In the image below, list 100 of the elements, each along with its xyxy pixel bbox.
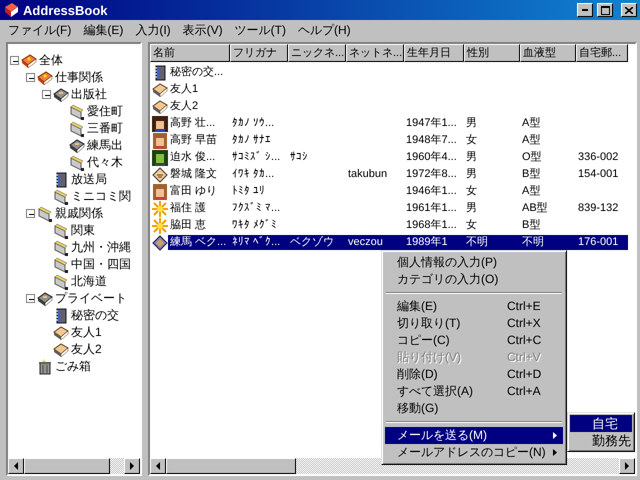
menu-item[interactable]: メールを送る(M) (385, 427, 563, 444)
table-cell-text: A型 (521, 184, 542, 199)
book-icon (152, 98, 168, 114)
table-cell-text: 男 (465, 116, 478, 131)
menu-item[interactable]: 個人情報の入力(P) (385, 254, 563, 271)
column-header[interactable]: ネットネ... (346, 44, 404, 62)
left-arrow-icon (14, 462, 18, 470)
scrollbar-thumb[interactable] (24, 458, 110, 474)
tree-item[interactable]: 練馬出 (85, 138, 125, 153)
scroll-left-button[interactable] (150, 458, 166, 474)
menu-item[interactable]: メールアドレスのコピー(N) (385, 444, 563, 461)
tree-item[interactable]: 仕事関係 (53, 70, 105, 85)
collapse-toggle[interactable] (26, 209, 35, 218)
right-arrow-icon (130, 462, 134, 470)
menu-item[interactable]: ヘルプ(H) (292, 22, 357, 38)
tree-item[interactable]: 北海道 (69, 274, 109, 289)
right-arrow-icon (625, 462, 629, 470)
column-header[interactable]: 自宅郵... (576, 44, 628, 62)
tree-item[interactable]: ミニコミ関 (69, 189, 133, 204)
person-icon (152, 116, 168, 132)
binder-icon (53, 256, 69, 272)
table-cell-text: 迫水 俊... (169, 150, 216, 165)
minimize-button[interactable] (577, 3, 593, 17)
table-cell-text: A型 (521, 133, 542, 148)
tree-item[interactable]: 友人2 (69, 342, 104, 357)
table-cell-text: 友人2 (169, 99, 200, 114)
collapse-toggle[interactable] (26, 73, 35, 82)
table-cell-text: ﾀｶﾉ ｿｳ... (231, 116, 276, 131)
table-cell-text: B型 (521, 167, 542, 182)
column-header[interactable]: 生年月日 (404, 44, 464, 62)
tree-item[interactable]: 代々木 (85, 155, 125, 170)
close-button[interactable] (621, 3, 637, 17)
menu-item[interactable]: ツール(T) (228, 22, 292, 38)
book-icon (37, 290, 53, 306)
tree-item[interactable]: 中国・四国 (69, 257, 133, 272)
table-cell-text: 女 (465, 133, 478, 148)
tree-item[interactable]: プライベート (53, 291, 129, 306)
submenu-arrow-icon (553, 432, 557, 439)
table-cell-text: 男 (465, 201, 478, 216)
column-header[interactable]: 血液型 (520, 44, 576, 62)
tree-item[interactable]: 関東 (69, 223, 97, 238)
column-header[interactable]: フリガナ (230, 44, 288, 62)
scroll-left-button[interactable] (8, 458, 24, 474)
tree-item[interactable]: 親戚関係 (53, 206, 105, 221)
table-cell-text: 1960年4... (405, 150, 458, 165)
table-cell-text: 1961年1... (405, 201, 458, 216)
person-icon (152, 184, 168, 200)
table-cell-text: 1946年1... (405, 184, 458, 199)
table-cell-text: 1947年1... (405, 116, 458, 131)
menu-item[interactable]: すべて選択(A) Ctrl+A (385, 383, 563, 400)
collapse-toggle[interactable] (26, 294, 35, 303)
tree-item[interactable]: 三番町 (85, 121, 125, 136)
tree-item[interactable]: 愛住町 (85, 104, 125, 119)
table-cell-text: ｲﾜｷ ﾀｶ... (231, 167, 276, 182)
column-header[interactable]: ニックネ... (288, 44, 346, 62)
menu-item[interactable]: ファイル(F) (2, 22, 78, 38)
column-header[interactable]: 性別 (464, 44, 520, 62)
table-cell-text: 1948年7... (405, 133, 458, 148)
tree-item[interactable]: 全体 (37, 53, 65, 68)
table-cell-text: ﾜｷﾀ ﾒｸﾞﾐ (231, 218, 278, 233)
collapse-toggle[interactable] (42, 90, 51, 99)
table-cell-text: 男 (465, 150, 478, 165)
table-cell: veczou (346, 235, 404, 250)
collapse-toggle[interactable] (10, 56, 19, 65)
sparkle-icon (152, 200, 168, 216)
column-header[interactable]: 名前 (150, 44, 230, 62)
menu-item[interactable]: カテゴリの入力(O) (385, 271, 563, 288)
table-cell-text: 1972年8... (405, 167, 458, 182)
menu-item[interactable]: コピー(C) Ctrl+C (385, 332, 563, 349)
table-cell-text: 友人1 (169, 82, 200, 97)
table-cell-text: 839-132 (577, 201, 620, 216)
table-cell-text: 154-001 (577, 167, 620, 182)
menu-item[interactable]: 削除(D) Ctrl+D (385, 366, 563, 383)
menu-item[interactable]: 勤務先 (570, 432, 632, 449)
tree-item[interactable]: ごみ箱 (53, 359, 93, 374)
tree-item[interactable]: 秘密の交 (69, 308, 121, 323)
menu-item[interactable]: 編集(E) (77, 22, 130, 38)
table-cell-text: 秘密の交... (169, 65, 224, 80)
tree-item[interactable]: 友人1 (69, 325, 104, 340)
app-icon (3, 2, 19, 18)
tree-item[interactable]: 出版社 (69, 87, 109, 102)
menu-item[interactable]: 入力(I) (129, 22, 177, 38)
scroll-right-button[interactable] (124, 458, 140, 474)
scrollbar-thumb[interactable] (166, 458, 296, 474)
menu-item[interactable]: 表示(V) (176, 22, 229, 38)
menu-item[interactable]: 移動(G) (385, 400, 563, 417)
maximize-button[interactable] (597, 3, 613, 17)
table-cell-text: 脇田 恵 (169, 218, 208, 233)
tree-item[interactable]: 九州・沖縄 (69, 240, 133, 255)
menu-item[interactable]: 切り取り(T) Ctrl+X (385, 315, 563, 332)
scroll-right-button[interactable] (619, 458, 635, 474)
maximize-icon (600, 6, 610, 14)
book-icon (53, 324, 69, 340)
binder-icon (53, 274, 69, 290)
menu-item[interactable]: 編集(E) Ctrl+E (385, 298, 563, 315)
menu-item[interactable]: 自宅 (570, 415, 632, 432)
tree-item[interactable]: 放送局 (69, 172, 109, 187)
binder-icon (69, 120, 85, 136)
book-icon (21, 52, 37, 68)
table-cell-text: ﾌｸｽﾞﾐ ﾏ... (231, 201, 282, 216)
